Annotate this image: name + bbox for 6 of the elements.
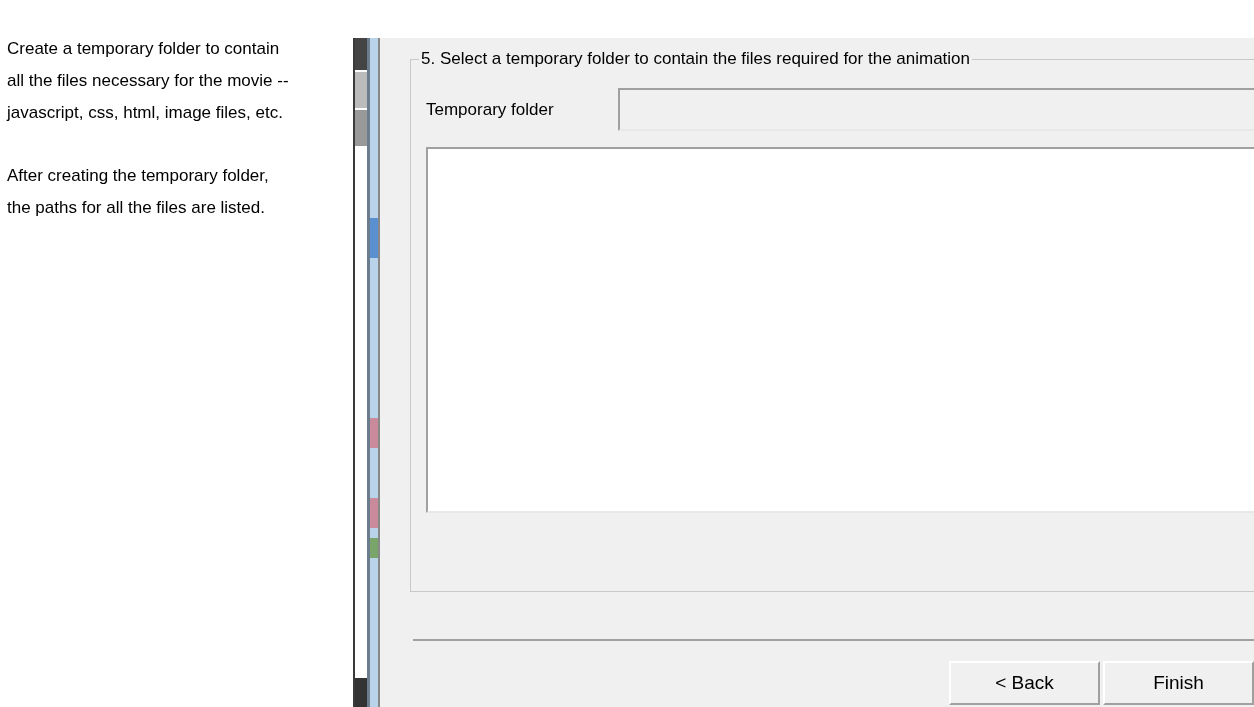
back-button[interactable]: < Back [949,661,1100,705]
finish-button[interactable]: Finish [1103,661,1254,705]
folder-field[interactable] [618,88,1254,131]
note-paragraph: After creating the temporary folder, the paths for all the files are listed. [7,165,269,219]
folder-label: Temporary folder [426,98,555,121]
note-paragraph: Create a temporary folder to contain all the files necessary for the movie -- javascript, css, html, image files, etc. [7,38,289,124]
